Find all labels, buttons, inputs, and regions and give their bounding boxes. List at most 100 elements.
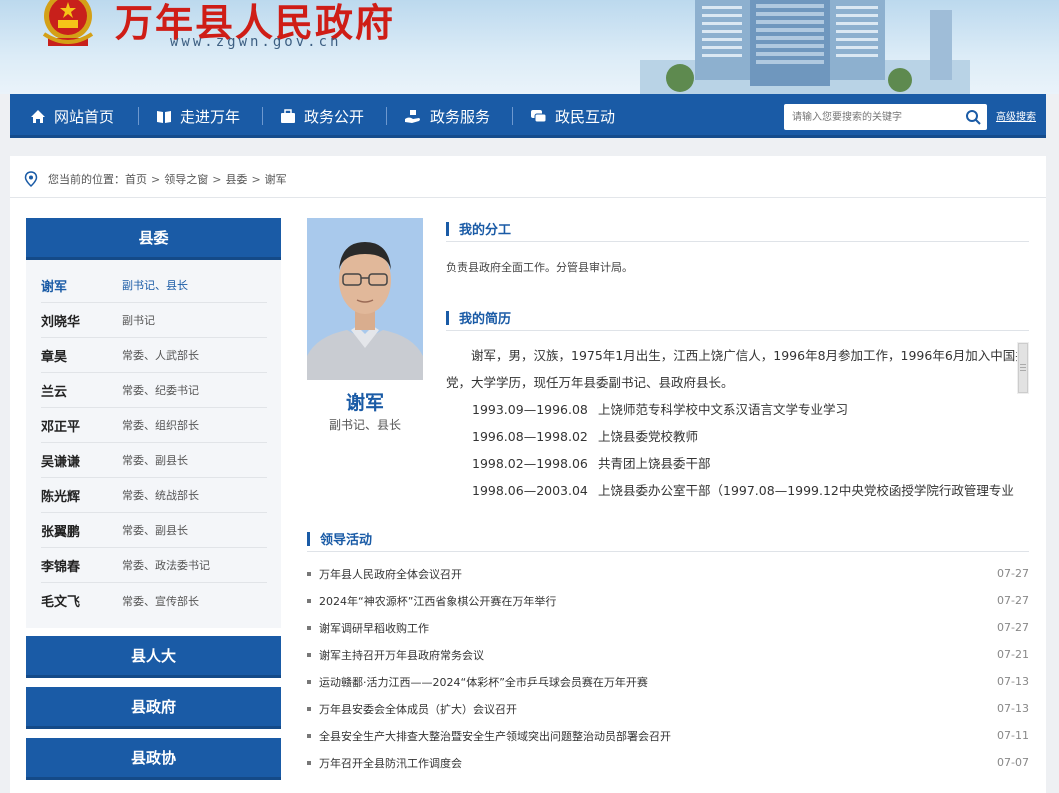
news-title: 万年县安委会全体成员（扩大）会议召开 — [319, 702, 517, 716]
nav-separator — [262, 107, 263, 125]
scrollbar-thumb[interactable] — [1018, 343, 1028, 393]
book-icon — [157, 110, 171, 123]
sidebar-leader-list: 谢军 副书记、县长 刘晓华 副书记 章昊 常委、人武部长 兰云 常委、纪委书记 邓正平常… — [26, 260, 281, 628]
news-item[interactable]: 万年召开全县防汛工作调度会 07-07 — [307, 749, 1029, 776]
resume-desc: 上饶县委党校教师 — [598, 429, 699, 444]
nav-item-label: 政务公开 — [304, 107, 365, 126]
sidebar-section-county-committee[interactable]: 县委 — [26, 218, 281, 260]
leader-name: 邓正平 — [41, 419, 81, 435]
bullet-icon — [307, 679, 311, 684]
breadcrumb-county-committee[interactable]: 县委 — [225, 171, 247, 187]
location-pin-icon — [24, 171, 38, 187]
sidebar-leader-item[interactable]: 谢军 副书记、县长 — [41, 268, 267, 303]
nav-item-about[interactable]: 走进万年 — [156, 94, 240, 138]
leader-name: 张翼鹏 — [41, 524, 81, 540]
nav-item-label: 走进万年 — [180, 107, 241, 126]
leader-name: 兰云 — [41, 384, 68, 400]
main-content: 您当前的位置： 首页 > 领导之窗 > 县委 > 谢军 县委 谢军 副书记、县长 … — [10, 156, 1046, 793]
search-input[interactable] — [784, 104, 959, 130]
duty-heading-text: 我的分工 — [459, 223, 512, 238]
breadcrumb-home[interactable]: 首页 — [125, 171, 147, 187]
sidebar-leader-item[interactable]: 章昊 常委、人武部长 — [41, 338, 267, 373]
search-box — [784, 104, 987, 130]
bullet-icon — [307, 760, 311, 765]
news-item[interactable]: 谢军调研早稻收购工作 07-27 — [307, 614, 1029, 641]
resume-period: 1996.08—1998.02 — [472, 429, 588, 444]
national-emblem-icon — [42, 0, 94, 46]
nav-separator — [386, 107, 387, 125]
leader-title: 常委、副县长 — [122, 524, 188, 537]
sidebar-section-county-government[interactable]: 县政府 — [26, 687, 281, 729]
resume-desc: 上饶师范专科学校中文系汉语言文学专业学习 — [598, 402, 849, 417]
search-icon[interactable] — [965, 109, 981, 125]
leader-title: 副书记、县长 — [122, 279, 188, 292]
sidebar-leader-item[interactable]: 毛文飞 常委、宣传部长 — [41, 583, 267, 618]
duty-heading: 我的分工 — [446, 216, 1029, 242]
bullet-icon — [307, 625, 311, 630]
leader-name: 章昊 — [41, 349, 68, 365]
sidebar-section-county-cppcc[interactable]: 县政协 — [26, 738, 281, 780]
resume-item: 1993.09—1996.08 上饶师范专科学校中文系汉语言文学专业学习 — [446, 396, 1022, 423]
resume-desc: 共青团上饶县委干部 — [598, 456, 711, 471]
leader-title: 常委、纪委书记 — [122, 384, 199, 397]
leader-title: 常委、宣传部长 — [122, 594, 199, 608]
nav-item-label: 网站首页 — [54, 107, 115, 126]
news-date: 07-27 — [997, 567, 1029, 580]
sidebar-leader-item[interactable]: 李锦春 常委、政法委书记 — [41, 548, 267, 583]
leader-name: 毛文飞 — [41, 595, 81, 610]
news-item[interactable]: 运动赣鄱·活力江西——2024“体彩杯”全市乒乓球会员赛在万年开赛 07-13 — [307, 668, 1029, 695]
sidebar-leader-item[interactable]: 张翼鹏 常委、副县长 — [41, 513, 267, 548]
news-item[interactable]: 谢军主持召开万年县政府常务会议 07-21 — [307, 641, 1029, 668]
nav-item-interaction[interactable]: 政民互动 — [530, 94, 615, 138]
activities-heading-text: 领导活动 — [320, 533, 373, 548]
site-url: www.zgwn.gov.cn — [170, 34, 342, 50]
sidebar-section-county-congress[interactable]: 县人大 — [26, 636, 281, 678]
sidebar-leader-item[interactable]: 陈光辉 常委、统战部长 — [41, 478, 267, 513]
breadcrumb: 您当前的位置： 首页 > 领导之窗 > 县委 > 谢军 — [24, 169, 1032, 189]
resume-item: 1998.06—2003.04 上饶县委办公室干部（1997.08—1999.12… — [446, 477, 1022, 502]
news-item[interactable]: 万年县安委会全体成员（扩大）会议召开 07-13 — [307, 695, 1029, 722]
site-banner: 万年县人民政府 www.zgwn.gov.cn — [0, 0, 1059, 94]
heading-bar — [307, 531, 310, 546]
news-item[interactable]: 全县安全生产大排查大整治暨安全生产领域突出问题整治动员部署会召开 07-11 — [307, 722, 1029, 749]
nav-item-gov-service[interactable]: 政务服务 — [404, 94, 490, 138]
resume-heading: 我的简历 — [446, 305, 1029, 331]
breadcrumb-separator: > — [212, 172, 222, 186]
nav-item-home[interactable]: 网站首页 — [30, 94, 114, 138]
nav-item-gov-info[interactable]: 政务公开 — [280, 94, 364, 138]
profile-position: 副书记、县长 — [328, 418, 401, 432]
sidebar-leader-item[interactable]: 吴谦谦 常委、副县长 — [41, 443, 267, 478]
resume-scrollbar[interactable] — [1017, 342, 1029, 394]
profile-name: 谢军 — [345, 392, 384, 414]
news-title: 2024年“神农源杯”江西省象棋公开赛在万年举行 — [319, 594, 557, 608]
resume-period: 1998.02—1998.06 — [472, 456, 588, 471]
resume-period: 1993.09—1996.08 — [472, 402, 588, 417]
news-item[interactable]: 万年县人民政府全体会议召开 07-27 — [307, 560, 1029, 587]
leader-title: 常委、组织部长 — [122, 419, 199, 432]
sidebar-leader-item[interactable]: 邓正平 常委、组织部长 — [41, 408, 267, 443]
news-item[interactable]: 2024年“神农源杯”江西省象棋公开赛在万年举行 07-27 — [307, 587, 1029, 614]
nav-item-label: 政民互动 — [555, 107, 616, 126]
sidebar-leader-item[interactable]: 刘晓华 副书记 — [41, 303, 267, 338]
news-date: 07-11 — [997, 729, 1029, 742]
news-date: 07-13 — [997, 675, 1029, 688]
breadcrumb-prefix: 您当前的位置： — [48, 173, 125, 186]
news-title: 谢军调研早稻收购工作 — [319, 621, 429, 635]
resume-heading-text: 我的简历 — [459, 312, 512, 327]
advanced-search-link[interactable]: 高级搜索 — [996, 108, 1036, 123]
resume-item: 1998.02—1998.06 共青团上饶县委干部 — [446, 450, 1022, 477]
leader-name: 刘晓华 — [41, 314, 81, 330]
sidebar-leader-item[interactable]: 兰云 常委、纪委书记 — [41, 373, 267, 408]
news-date: 07-13 — [997, 702, 1029, 715]
news-title: 万年召开全县防汛工作调度会 — [319, 756, 462, 770]
news-date: 07-27 — [997, 594, 1029, 607]
breadcrumb-leaders[interactable]: 领导之窗 — [164, 171, 208, 187]
leader-title: 常委、副县长 — [122, 454, 188, 467]
news-date: 07-21 — [997, 648, 1029, 661]
news-title: 谢军主持召开万年县政府常务会议 — [319, 648, 484, 662]
resume-scroll-area[interactable]: 谢军，男，汉族，1975年1月出生，江西上饶广信人，1996年8月参加工作，19… — [446, 342, 1022, 502]
leader-name: 陈光辉 — [41, 489, 81, 505]
leader-name: 李锦春 — [41, 559, 81, 575]
bullet-icon — [307, 571, 311, 576]
resume-intro: 谢军，男，汉族，1975年1月出生，江西上饶广信人，1996年8月参加工作，19… — [446, 348, 1022, 390]
